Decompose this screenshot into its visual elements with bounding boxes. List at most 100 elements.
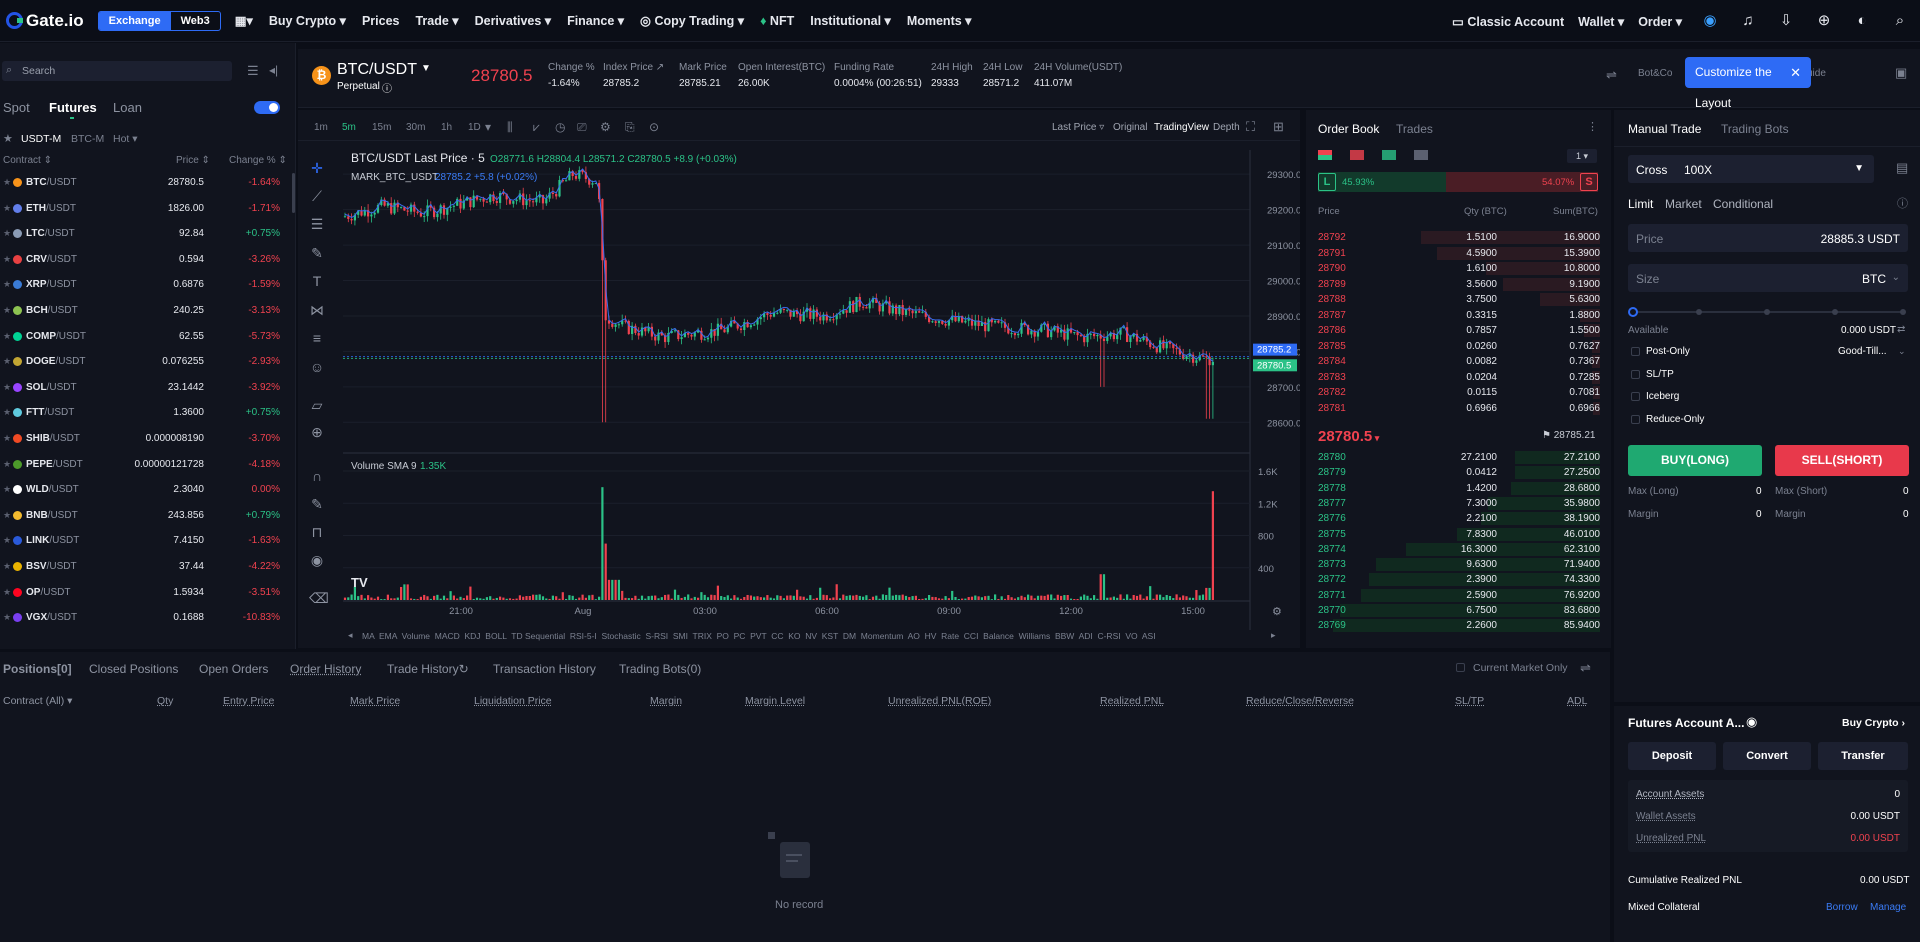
indicator-next-icon[interactable]: ▸ xyxy=(1271,630,1276,641)
reduce-only-checkbox[interactable] xyxy=(1631,415,1640,424)
market-row[interactable]: ★ COMP/USDT 62.55 -5.73% xyxy=(0,324,290,349)
ruler-icon[interactable]: ▱ xyxy=(309,397,325,413)
tab-trades[interactable]: Trades xyxy=(1396,122,1433,136)
screenshot-icon[interactable]: ⊙ xyxy=(649,120,659,134)
star-icon[interactable]: ★ xyxy=(3,426,11,451)
col-change[interactable]: Change % ⇕ xyxy=(229,155,287,166)
market-row[interactable]: ★ DOGE/USDT 0.076255 -2.93% xyxy=(0,349,290,374)
fib-icon[interactable]: ☰ xyxy=(309,216,325,232)
ask-row[interactable]: 28791 4.5900 15.3900 xyxy=(1318,246,1600,261)
toggle-switch[interactable] xyxy=(254,101,280,114)
filter-icon[interactable]: ⇌ xyxy=(1580,660,1591,676)
view-both-icon[interactable] xyxy=(1318,150,1332,160)
margin-leverage-select[interactable]: Cross 100X ▼ xyxy=(1628,155,1874,183)
tab-closed-positions[interactable]: Closed Positions xyxy=(89,662,178,676)
tab-spot[interactable]: Spot xyxy=(3,100,30,115)
measure-line-icon[interactable]: ≡ xyxy=(309,330,325,346)
market-row[interactable]: ★ OP/USDT 1.5934 -3.51% xyxy=(0,580,290,605)
sell-short-button[interactable]: SELL(SHORT) xyxy=(1775,445,1909,476)
scrollbar[interactable] xyxy=(292,173,295,213)
star-icon[interactable]: ★ xyxy=(3,298,11,323)
bid-row[interactable]: 28774 16.3000 62.3100 xyxy=(1318,542,1600,557)
col-price[interactable]: Price ⇕ xyxy=(176,155,210,166)
crosshair-icon[interactable]: ✛ xyxy=(309,160,325,176)
size-slider[interactable] xyxy=(1628,307,1908,317)
bid-row[interactable]: 28778 1.4200 28.6800 xyxy=(1318,481,1600,496)
interval-30m[interactable]: 30m xyxy=(406,122,425,133)
price-chart[interactable]: 29300.029200.029100.029000.028900.028800… xyxy=(343,150,1300,642)
size-unit[interactable]: BTC xyxy=(1862,272,1886,286)
star-icon[interactable]: ★ xyxy=(3,400,11,425)
globe-icon[interactable]: ⊕ xyxy=(1816,13,1832,29)
compare-icon[interactable]: ⎘ xyxy=(625,120,635,135)
interval-1D[interactable]: 1D xyxy=(468,122,481,133)
sltp-checkbox[interactable] xyxy=(1631,370,1640,379)
more-icon[interactable]: ⋮ xyxy=(1587,120,1598,133)
market-search-input[interactable]: Search xyxy=(2,61,232,81)
chart-view-original[interactable]: Original xyxy=(1113,122,1147,133)
close-icon[interactable]: ✕ xyxy=(1790,57,1801,88)
nav-trade[interactable]: Trade ▾ xyxy=(415,13,458,28)
star-icon[interactable]: ★ xyxy=(3,503,11,528)
filter-btc-m[interactable]: BTC-M xyxy=(71,133,104,145)
nav-copy-trading[interactable]: ◎ Copy Trading ▾ xyxy=(640,13,744,28)
buy-crypto-link[interactable]: Buy Crypto › xyxy=(1842,717,1905,729)
nav-prices[interactable]: Prices xyxy=(362,14,400,28)
borrow-link[interactable]: Borrow xyxy=(1826,902,1858,913)
interval-more-icon[interactable]: ▾ xyxy=(485,120,491,134)
star-icon[interactable]: ★ xyxy=(3,196,11,221)
list-settings-icon[interactable]: ☰ xyxy=(247,63,259,79)
star-icon[interactable]: ★ xyxy=(3,580,11,605)
tab-positions[interactable]: Positions[0] xyxy=(3,662,72,676)
ask-row[interactable]: 28786 0.7857 1.5500 xyxy=(1318,323,1600,338)
view-asks-icon[interactable] xyxy=(1350,150,1364,160)
bid-row[interactable]: 28769 2.2600 85.9400 xyxy=(1318,618,1600,633)
eye-icon[interactable]: ◉ xyxy=(1746,714,1757,730)
tab-transaction-history[interactable]: Transaction History xyxy=(493,662,596,676)
tab-trade-history[interactable]: Trade History↻ xyxy=(387,662,469,676)
market-row[interactable]: ★ FTT/USDT 1.3600 +0.75% xyxy=(0,400,290,425)
theme-icon[interactable]: ◐ xyxy=(1854,13,1870,29)
star-icon[interactable]: ★ xyxy=(3,477,11,502)
avatar[interactable]: ◉ xyxy=(1702,13,1718,29)
ask-row[interactable]: 28792 1.5100 16.9000 xyxy=(1318,230,1600,245)
star-icon[interactable]: ★ xyxy=(3,170,11,195)
brush-icon[interactable]: ✎ xyxy=(309,245,325,261)
fullscreen-icon[interactable]: ⛶ xyxy=(1246,119,1255,135)
tab-futures[interactable]: Futures xyxy=(49,100,97,115)
candle-type-icon[interactable]: ⫼ xyxy=(507,120,513,135)
market-row[interactable]: ★ BSV/USDT 37.44 -4.22% xyxy=(0,554,290,579)
nav-buy-crypto[interactable]: Buy Crypto ▾ xyxy=(269,13,346,28)
ask-row[interactable]: 28781 0.6966 0.6966 xyxy=(1318,401,1600,416)
ask-row[interactable]: 28785 0.0260 0.7627 xyxy=(1318,339,1600,354)
zoom-icon[interactable]: ⊕ xyxy=(309,424,325,440)
convert-button[interactable]: Convert xyxy=(1723,742,1811,770)
download-icon[interactable]: ⇩ xyxy=(1778,13,1794,29)
text-icon[interactable]: T xyxy=(309,273,325,289)
tab-loan[interactable]: Loan xyxy=(113,100,142,115)
gate-logo[interactable]: Gate.io xyxy=(6,11,84,31)
trash-icon[interactable]: ⌫ xyxy=(309,590,329,606)
ask-row[interactable]: 28789 3.5600 9.1900 xyxy=(1318,277,1600,292)
classic-account-link[interactable]: ▭ Classic Account xyxy=(1452,14,1564,29)
lock-draw-icon[interactable]: ✎ xyxy=(309,496,325,512)
indicator-bar[interactable]: MA EMA Volume MACD KDJ BOLL TD Sequentia… xyxy=(362,631,1267,641)
lock-icon[interactable]: ⊓ xyxy=(309,524,325,540)
market-row[interactable]: ★ VGX/USDT 0.1688 -10.83% xyxy=(0,605,290,630)
order-type-conditional[interactable]: Conditional xyxy=(1713,197,1773,211)
search-icon[interactable]: ⌕ xyxy=(1892,13,1908,29)
bid-row[interactable]: 28780 27.2100 27.2100 xyxy=(1318,450,1600,465)
interval-1h[interactable]: 1h xyxy=(441,122,452,133)
bid-row[interactable]: 28775 7.8300 46.0100 xyxy=(1318,527,1600,542)
post-only-checkbox[interactable] xyxy=(1631,347,1640,356)
star-icon[interactable]: ★ xyxy=(3,324,11,349)
view-bids-icon[interactable] xyxy=(1382,150,1396,160)
market-row[interactable]: ★ BTC/USDT 28780.5 -1.64% xyxy=(0,170,290,195)
market-row[interactable]: ★ PEPE/USDT 0.00000121728 -4.18% xyxy=(0,452,290,477)
favorite-star-icon[interactable]: ★ xyxy=(3,132,13,145)
market-row[interactable]: ★ CRV/USDT 0.594 -3.26% xyxy=(0,247,290,272)
tab-order-book[interactable]: Order Book xyxy=(1318,122,1379,136)
ask-row[interactable]: 28788 3.7500 5.6300 xyxy=(1318,292,1600,307)
nav-wallet[interactable]: Wallet ▾ xyxy=(1578,14,1624,29)
iceberg-checkbox[interactable] xyxy=(1631,392,1640,401)
